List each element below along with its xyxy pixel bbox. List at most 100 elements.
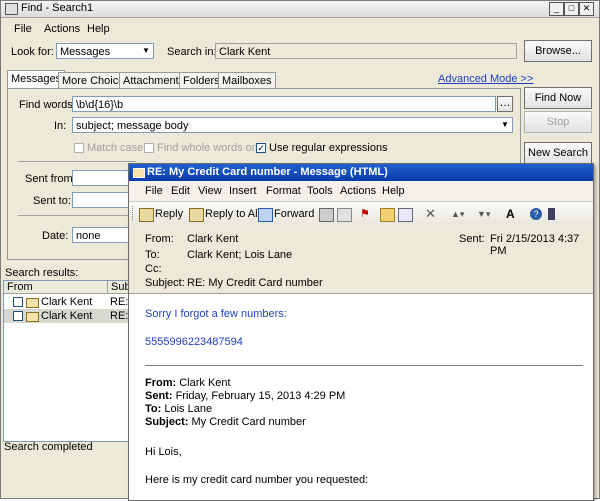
row-checkbox[interactable] — [13, 297, 23, 307]
row-from: Clark Kent — [41, 296, 93, 308]
tab-mailboxes[interactable]: Mailboxes — [218, 72, 276, 88]
find-words-browse-button[interactable]: … — [497, 96, 513, 112]
sent-from-label: Sent from: — [25, 173, 76, 185]
menu-view[interactable]: View — [198, 185, 222, 197]
quote-subject: Subject: My Credit Card number — [145, 416, 306, 428]
find-now-button[interactable]: Find Now — [524, 87, 592, 109]
folder-icon[interactable] — [380, 208, 395, 222]
search-results-label: Search results: — [5, 267, 79, 279]
table-row[interactable]: Clark Kent RE: M — [4, 309, 141, 323]
sent-label: Sent: — [459, 233, 485, 245]
subject-label: Subject: — [145, 277, 185, 289]
quote-to-label: To: — [145, 403, 162, 415]
print-icon[interactable] — [319, 208, 334, 222]
message-toolbar: Reply Reply to All Forward ⚑ ✕ ▲▾ ▼▾ A ? — [129, 202, 593, 226]
find-window-title: Find - Search1 — [21, 2, 94, 14]
in-select[interactable]: subject; message body ▼ — [72, 117, 513, 133]
date-label: Date: — [42, 230, 69, 242]
regex-label: Use regular expressions — [269, 142, 388, 154]
quote-from: From: Clark Kent — [145, 377, 231, 389]
stop-button[interactable]: Stop — [524, 111, 592, 133]
minimize-button[interactable]: _ — [549, 2, 564, 16]
whole-words-checkbox[interactable] — [144, 143, 154, 153]
next-item-icon[interactable]: ▼▾ — [477, 208, 490, 220]
advanced-mode-link[interactable]: Advanced Mode >> — [438, 73, 533, 85]
look-for-value: Messages — [60, 46, 111, 58]
help-icon[interactable]: ? — [530, 208, 542, 220]
from-label: From: — [145, 233, 174, 245]
message-window: RE: My Credit Card number - Message (HTM… — [128, 163, 594, 501]
look-for-select[interactable]: Messages ▼ — [56, 43, 154, 59]
results-list[interactable]: From Subj Clark Kent RE: M Clark Kent RE… — [3, 280, 141, 442]
copy-icon[interactable] — [337, 208, 352, 222]
message-body: Sorry I forgot a few numbers: 5555996223… — [129, 294, 593, 500]
sent-value: Fri 2/15/2013 4:37 PM — [490, 233, 580, 257]
row-from: Clark Kent — [41, 310, 93, 322]
col-subject-header[interactable]: Subj — [108, 281, 133, 294]
new-search-button[interactable]: New Search — [524, 142, 592, 164]
envelope-icon — [133, 168, 145, 178]
tab-messages[interactable]: Messages — [7, 70, 66, 89]
match-case-label: Match case — [87, 142, 144, 154]
body-line-1: Sorry I forgot a few numbers: — [145, 308, 287, 320]
flag-icon[interactable]: ⚑ — [360, 208, 373, 220]
quote-sent: Sent: Friday, February 15, 2013 4:29 PM — [145, 390, 345, 402]
reply-button[interactable]: Reply — [155, 206, 183, 222]
envelope-icon — [26, 298, 39, 308]
quote-to-value: Lois Lane — [164, 403, 213, 415]
match-case-checkbox[interactable] — [74, 143, 84, 153]
browse-button[interactable]: Browse... — [524, 40, 592, 62]
regex-checkbox[interactable]: ✓ — [256, 143, 266, 153]
menu-file[interactable]: File — [14, 23, 32, 35]
to-value: Clark Kent; Lois Lane — [187, 249, 293, 261]
find-words-label: Find words: — [19, 99, 76, 111]
to-label: To: — [145, 249, 160, 261]
menu-actions[interactable]: Actions — [44, 23, 80, 35]
chevron-down-icon: ▼ — [499, 119, 511, 131]
close-button[interactable]: ✕ — [579, 2, 594, 16]
divider — [18, 161, 136, 162]
menu-help[interactable]: Help — [87, 23, 110, 35]
menu-insert[interactable]: Insert — [229, 185, 257, 197]
search-in-field: Clark Kent — [215, 43, 517, 59]
look-for-label: Look for: — [11, 46, 54, 58]
menu-actions[interactable]: Actions — [340, 185, 376, 197]
table-row[interactable]: Clark Kent RE: M — [4, 295, 141, 309]
menu-help[interactable]: Help — [382, 185, 405, 197]
tab-folders[interactable]: Folders — [179, 72, 224, 88]
sent-from-input[interactable] — [72, 170, 132, 186]
previous-item-icon[interactable]: ▲▾ — [451, 208, 464, 220]
toolbar-options-icon[interactable] — [548, 208, 555, 220]
grip-icon — [132, 206, 136, 221]
subject-value: RE: My Credit Card number — [187, 277, 323, 289]
quote-sent-value: Friday, February 15, 2013 4:29 PM — [175, 390, 346, 402]
search-in-label: Search in: — [167, 46, 217, 58]
reply-icon — [139, 208, 154, 222]
tab-attachments[interactable]: Attachments — [119, 72, 189, 88]
body-greeting: Hi Lois, — [145, 446, 182, 458]
menu-edit[interactable]: Edit — [171, 185, 190, 197]
menu-tools[interactable]: Tools — [307, 185, 333, 197]
forward-button[interactable]: Forward — [274, 206, 314, 222]
quote-from-value: Clark Kent — [179, 377, 231, 389]
quote-sent-label: Sent: — [145, 390, 173, 402]
row-checkbox[interactable] — [13, 311, 23, 321]
maximize-button[interactable]: □ — [564, 2, 579, 16]
reply-all-button[interactable]: Reply to All — [205, 206, 260, 222]
cc-label: Cc: — [145, 263, 162, 275]
font-size-icon[interactable]: A — [506, 208, 519, 220]
find-words-input[interactable]: \b\d{16}\b — [72, 96, 496, 112]
sent-to-label: Sent to: — [33, 195, 71, 207]
rules-icon[interactable] — [398, 208, 413, 222]
date-select[interactable]: none — [72, 227, 132, 243]
col-from-header[interactable]: From — [4, 281, 108, 294]
whole-words-label: Find whole words only — [157, 142, 266, 154]
body-card-number: 5555996223487594 — [145, 336, 243, 348]
sent-to-input[interactable] — [72, 192, 132, 208]
find-titlebar: Find - Search1 _ □ ✕ — [1, 1, 599, 18]
message-titlebar: RE: My Credit Card number - Message (HTM… — [129, 164, 593, 181]
menu-file[interactable]: File — [145, 185, 163, 197]
delete-icon[interactable]: ✕ — [425, 207, 438, 220]
from-value: Clark Kent — [187, 233, 239, 245]
menu-format[interactable]: Format — [266, 185, 301, 197]
